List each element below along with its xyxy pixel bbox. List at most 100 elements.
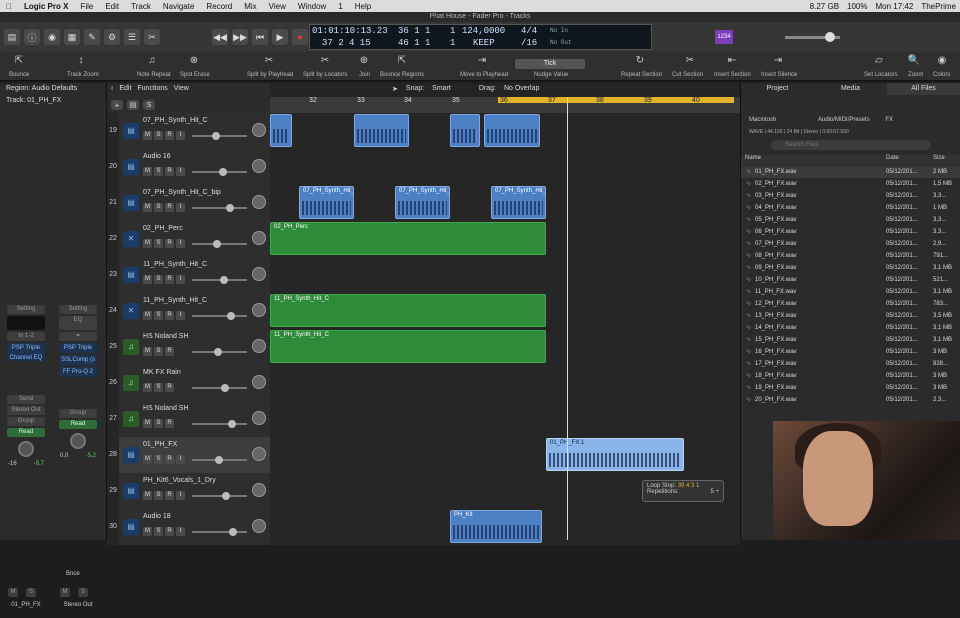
region[interactable] [270, 114, 292, 147]
insert-section-label[interactable]: Insert Section [714, 72, 751, 78]
track-header[interactable]: 25 ♫ HS Noland SH M S R [107, 329, 270, 365]
file-row[interactable]: ∿ 15_PH_FX.wav 05/12/201... 3,1 MB [741, 334, 960, 346]
insert-silence-label[interactable]: Insert Silence [761, 72, 797, 78]
input-monitor-button[interactable]: I [176, 491, 185, 500]
spot-erase-icon[interactable]: ⊗ [187, 55, 201, 67]
breadcrumb[interactable]: Audio/MIDI/Presets [818, 117, 870, 123]
mute-button[interactable]: M [143, 347, 152, 356]
track-inspector-header[interactable]: Track: 01_PH_FX [0, 95, 106, 107]
track-pan-knob[interactable] [252, 375, 266, 389]
track-row[interactable]: 24 ✕ 11_PH_Synth_Hit_C M S R I 11_PH_Synth_Hit_… [107, 293, 740, 329]
menu-app[interactable]: Logic Pro X [18, 2, 74, 11]
solo-button[interactable]: S [154, 203, 163, 212]
file-row[interactable]: ∿ 03_PH_FX.wav 05/12/201... 3,3... [741, 190, 960, 202]
track-name[interactable]: 07_PH_Synth_Hit_C_bip [143, 189, 221, 196]
tab-all-files[interactable]: All Files [887, 83, 960, 95]
col-name[interactable]: Name [745, 155, 761, 161]
apple-icon[interactable]:  [0, 2, 18, 11]
mute-button[interactable]: M [143, 383, 152, 392]
track-zoom-label[interactable]: Track Zoom [67, 72, 99, 78]
record-enable-button[interactable]: R [165, 419, 174, 428]
region[interactable]: 11_PH_Synth_Hit_C [270, 294, 546, 327]
functions-menu[interactable]: Functions [137, 85, 167, 92]
tab-media[interactable]: Media [814, 83, 887, 95]
track-pan-knob[interactable] [252, 195, 266, 209]
setting-button-out[interactable]: Setting [59, 305, 97, 314]
split-playhead-icon[interactable]: ✂ [262, 55, 276, 67]
track-row[interactable]: 21 ▤ 07_PH_Synth_Hit_C_bip M S R I 07_PH_Synth_… [107, 185, 740, 221]
join-label[interactable]: Join [359, 72, 370, 78]
library-icon[interactable]: ▤ [4, 29, 20, 45]
track-pan-knob[interactable] [252, 267, 266, 281]
settings-icon[interactable]: ⚙ [104, 29, 120, 45]
menu-file[interactable]: File [74, 2, 99, 11]
region[interactable]: PH_Kit [450, 510, 542, 543]
track-row[interactable]: 27 ♫ HS Noland SH M S R [107, 401, 740, 437]
zoom-icon[interactable]: 🔍 [907, 55, 921, 67]
file-row[interactable]: ∿ 18_PH_FX.wav 05/12/201... 3 MB [741, 370, 960, 382]
track-name[interactable]: Audio 16 [143, 153, 171, 160]
colors-icon[interactable]: ◉ [935, 55, 949, 67]
track-header[interactable]: 19 ▤ 07_PH_Synth_Hit_C M S R I [107, 113, 270, 149]
repeat-section-icon[interactable]: ↻ [633, 55, 647, 67]
cut-section-icon[interactable]: ✂ [683, 55, 697, 67]
track-pan-knob[interactable] [252, 483, 266, 497]
track-row[interactable]: 22 ✕ 02_PH_Perc M S R I 02_PH_Perc [107, 221, 740, 257]
colors-label[interactable]: Colors [933, 72, 950, 78]
solo-button[interactable]: S [154, 275, 163, 284]
input-monitor-button[interactable]: I [176, 239, 185, 248]
bounce-regions-icon[interactable]: ⇱ [395, 55, 409, 67]
mute-button[interactable]: M [143, 167, 152, 176]
mute-button[interactable]: M [143, 527, 152, 536]
insert-section-icon[interactable]: ⇤ [725, 55, 739, 67]
record-enable-button[interactable]: R [165, 131, 174, 140]
track-lane[interactable]: 11_PH_Synth_Hit_C [270, 329, 740, 365]
track-name[interactable]: MK FX Rain [143, 369, 181, 376]
file-row[interactable]: ∿ 05_PH_FX.wav 05/12/201... 3,3... [741, 214, 960, 226]
mute-button[interactable]: M [143, 239, 152, 248]
track-header[interactable]: 29 ▤ PH_Kit6_Vocals_1_Dry M S R I [107, 473, 270, 509]
cut-section-label[interactable]: Cut Section [672, 72, 703, 78]
input-monitor-button[interactable]: I [176, 131, 185, 140]
track-pan-knob[interactable] [252, 231, 266, 245]
solo-button[interactable]: S [154, 419, 163, 428]
eq-button-out[interactable]: EQ [59, 316, 97, 330]
pan-knob-out[interactable] [70, 433, 86, 449]
send-slot[interactable]: Send [7, 395, 45, 404]
track-name[interactable]: 11_PH_Synth_Hit_C [143, 297, 207, 304]
repeat-section-label[interactable]: Repeat Section [621, 72, 662, 78]
drag-select[interactable]: No Overlap [504, 85, 539, 93]
track-row[interactable]: 20 ▤ Audio 16 M S R I [107, 149, 740, 185]
track-lane[interactable] [270, 113, 740, 149]
record-enable-button[interactable]: R [165, 383, 174, 392]
automation-read-out[interactable]: Read [59, 420, 97, 429]
track-row[interactable]: 26 ♫ MK FX Rain M S R [107, 365, 740, 401]
track-lane[interactable]: 02_PH_Perc [270, 221, 740, 257]
file-row[interactable]: ∿ 04_PH_FX.wav 05/12/201... 1 MB [741, 202, 960, 214]
record-button[interactable]: ● [292, 29, 308, 45]
mute-button[interactable]: M [143, 131, 152, 140]
track-name[interactable]: PH_Kit6_Vocals_1_Dry [143, 477, 216, 484]
track-volume-slider[interactable] [192, 492, 247, 500]
search-input[interactable]: Search Files [771, 140, 931, 150]
col-date[interactable]: Date [886, 155, 899, 161]
nudge-value-label[interactable]: Nudge Value [534, 72, 568, 78]
group-slot[interactable]: Group [7, 417, 45, 426]
solo-button[interactable]: S [154, 167, 163, 176]
set-locators-icon[interactable]: ▱ [872, 55, 886, 67]
list-editor-icon[interactable]: ☰ [124, 29, 140, 45]
snap-select[interactable]: Smart [432, 85, 451, 93]
track-header[interactable]: 28 ▤ 01_PH_FX M S R I [107, 437, 270, 473]
track-row[interactable]: 28▤ 01_PH_FX MSRI 01_PH_FX.1 [107, 437, 740, 473]
disk-path[interactable]: Macintosh [749, 117, 776, 123]
track-name[interactable]: Audio 18 [143, 513, 171, 520]
record-enable-button[interactable]: R [165, 239, 174, 248]
move-to-playhead-icon[interactable]: ⇥ [475, 55, 489, 67]
track-pan-knob[interactable] [252, 339, 266, 353]
file-row[interactable]: ∿ 10_PH_FX.wav 05/12/201... 521... [741, 274, 960, 286]
file-row[interactable]: ∿ 09_PH_FX.wav 05/12/201... 3,1 MB [741, 262, 960, 274]
mute-button[interactable]: M [143, 419, 152, 428]
track-header[interactable]: 26 ♫ MK FX Rain M S R [107, 365, 270, 401]
solo-button[interactable]: S [154, 383, 163, 392]
track-header[interactable]: 24 ✕ 11_PH_Synth_Hit_C M S R I [107, 293, 270, 329]
